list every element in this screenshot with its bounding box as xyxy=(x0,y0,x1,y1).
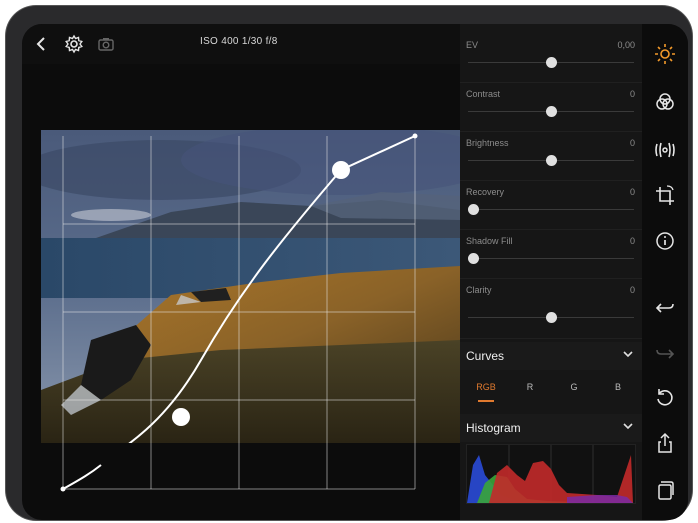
slider-label: Contrast xyxy=(466,89,501,99)
slider-ev[interactable]: EV 0,00 xyxy=(460,34,642,83)
chevron-left-icon[interactable] xyxy=(32,34,52,54)
histogram-title: Histogram xyxy=(466,421,521,435)
slider-value: 0 xyxy=(629,89,635,99)
slider-thumb[interactable] xyxy=(468,253,479,264)
slider-label: Shadow Fill xyxy=(466,236,513,246)
channel-b[interactable]: B xyxy=(606,382,630,392)
chevron-down-icon[interactable] xyxy=(622,420,634,435)
redo-icon[interactable] xyxy=(653,342,677,366)
curves-grid-lower xyxy=(60,443,416,492)
vignette-icon[interactable] xyxy=(653,138,677,162)
histogram-header[interactable]: Histogram xyxy=(460,414,642,442)
gear-icon[interactable] xyxy=(64,34,84,54)
share-icon[interactable] xyxy=(653,432,677,456)
reset-icon[interactable] xyxy=(653,386,677,410)
slider-value: 0,00 xyxy=(617,40,635,50)
slider-track[interactable] xyxy=(468,258,634,259)
sun-icon[interactable] xyxy=(653,42,677,66)
slider-clarity[interactable]: Clarity 0 xyxy=(460,279,642,339)
tablet-frame: ISO 400 1/30 f/8 EV 0,00 Contrast 0 Brig… xyxy=(6,6,692,520)
channel-selector: RGB R G B xyxy=(460,370,642,412)
slider-thumb[interactable] xyxy=(546,57,557,68)
slider-label: EV xyxy=(466,40,479,50)
slider-track[interactable] xyxy=(468,209,634,210)
slider-value: 0 xyxy=(629,187,635,197)
crop-rotate-icon[interactable] xyxy=(653,184,677,208)
photo-canvas[interactable] xyxy=(41,130,460,443)
curve-endpoint-bottom[interactable] xyxy=(60,486,66,492)
exif-meta: ISO 400 1/30 f/8 xyxy=(200,36,278,47)
channel-g[interactable]: G xyxy=(562,382,586,392)
chevron-down-icon[interactable] xyxy=(622,348,634,363)
slider-recovery[interactable]: Recovery 0 xyxy=(460,181,642,230)
slider-contrast[interactable]: Contrast 0 xyxy=(460,83,642,132)
channel-rgb[interactable]: RGB xyxy=(474,382,498,392)
curves-overlay[interactable] xyxy=(41,130,460,443)
undo-icon[interactable] xyxy=(653,296,677,320)
tool-strip xyxy=(642,24,688,520)
slider-value: 0 xyxy=(629,285,635,295)
active-channel-indicator xyxy=(478,400,494,402)
channel-r[interactable]: R xyxy=(518,382,542,392)
curves-title: Curves xyxy=(466,349,505,363)
app-screen: ISO 400 1/30 f/8 EV 0,00 Contrast 0 Brig… xyxy=(22,24,688,520)
slider-label: Brightness xyxy=(466,138,509,148)
camera-icon[interactable] xyxy=(96,34,116,54)
curve-endpoint-top[interactable] xyxy=(412,133,418,139)
slider-label: Clarity xyxy=(466,285,492,295)
copy-icon[interactable] xyxy=(653,478,677,502)
top-bar: ISO 400 1/30 f/8 xyxy=(22,24,460,64)
info-icon[interactable] xyxy=(653,229,677,253)
slider-value: 0 xyxy=(629,236,635,246)
slider-shadow-fill[interactable]: Shadow Fill 0 xyxy=(460,230,642,279)
curve-point-shadows[interactable] xyxy=(172,408,190,426)
color-circles-icon[interactable] xyxy=(653,90,677,114)
slider-thumb[interactable] xyxy=(546,312,557,323)
slider-brightness[interactable]: Brightness 0 xyxy=(460,132,642,181)
slider-label: Recovery xyxy=(466,187,505,197)
slider-thumb[interactable] xyxy=(546,106,557,117)
curves-header[interactable]: Curves xyxy=(460,342,642,370)
slider-thumb[interactable] xyxy=(468,204,479,215)
adjustments-panel: EV 0,00 Contrast 0 Brightness 0 Recovery… xyxy=(460,24,642,520)
histogram-graph xyxy=(466,444,636,504)
curve-point-highlights[interactable] xyxy=(332,161,350,179)
slider-value: 0 xyxy=(629,138,635,148)
slider-thumb[interactable] xyxy=(546,155,557,166)
curves-grid xyxy=(62,136,416,443)
